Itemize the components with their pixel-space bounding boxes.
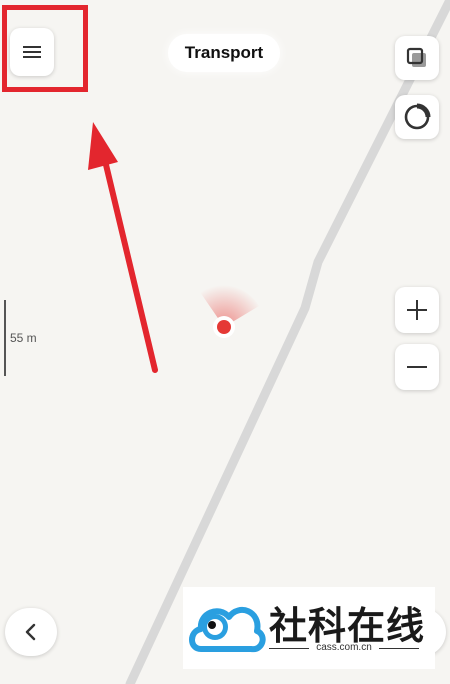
compass-button[interactable] bbox=[395, 95, 439, 139]
plus-icon bbox=[407, 300, 427, 320]
map-canvas[interactable] bbox=[0, 0, 450, 684]
annotation-highlight-box bbox=[2, 5, 88, 92]
page-title: Transport bbox=[168, 34, 280, 72]
compass-icon bbox=[404, 103, 431, 130]
minus-icon bbox=[407, 366, 427, 368]
chevron-left-icon bbox=[25, 623, 36, 641]
eye-cloud-logo-icon bbox=[189, 607, 266, 653]
watermark-logo: 社科在线 cass.com.cn bbox=[183, 587, 435, 669]
map-scale-label: 55 m bbox=[10, 331, 37, 345]
map-scale-bar bbox=[4, 300, 6, 376]
current-location-marker bbox=[200, 285, 259, 338]
zoom-in-button[interactable] bbox=[395, 287, 439, 333]
watermark-divider-right bbox=[379, 648, 419, 649]
layers-button[interactable] bbox=[395, 36, 439, 80]
layers-icon bbox=[406, 47, 426, 67]
zoom-out-button[interactable] bbox=[395, 344, 439, 390]
back-button[interactable] bbox=[5, 608, 57, 656]
